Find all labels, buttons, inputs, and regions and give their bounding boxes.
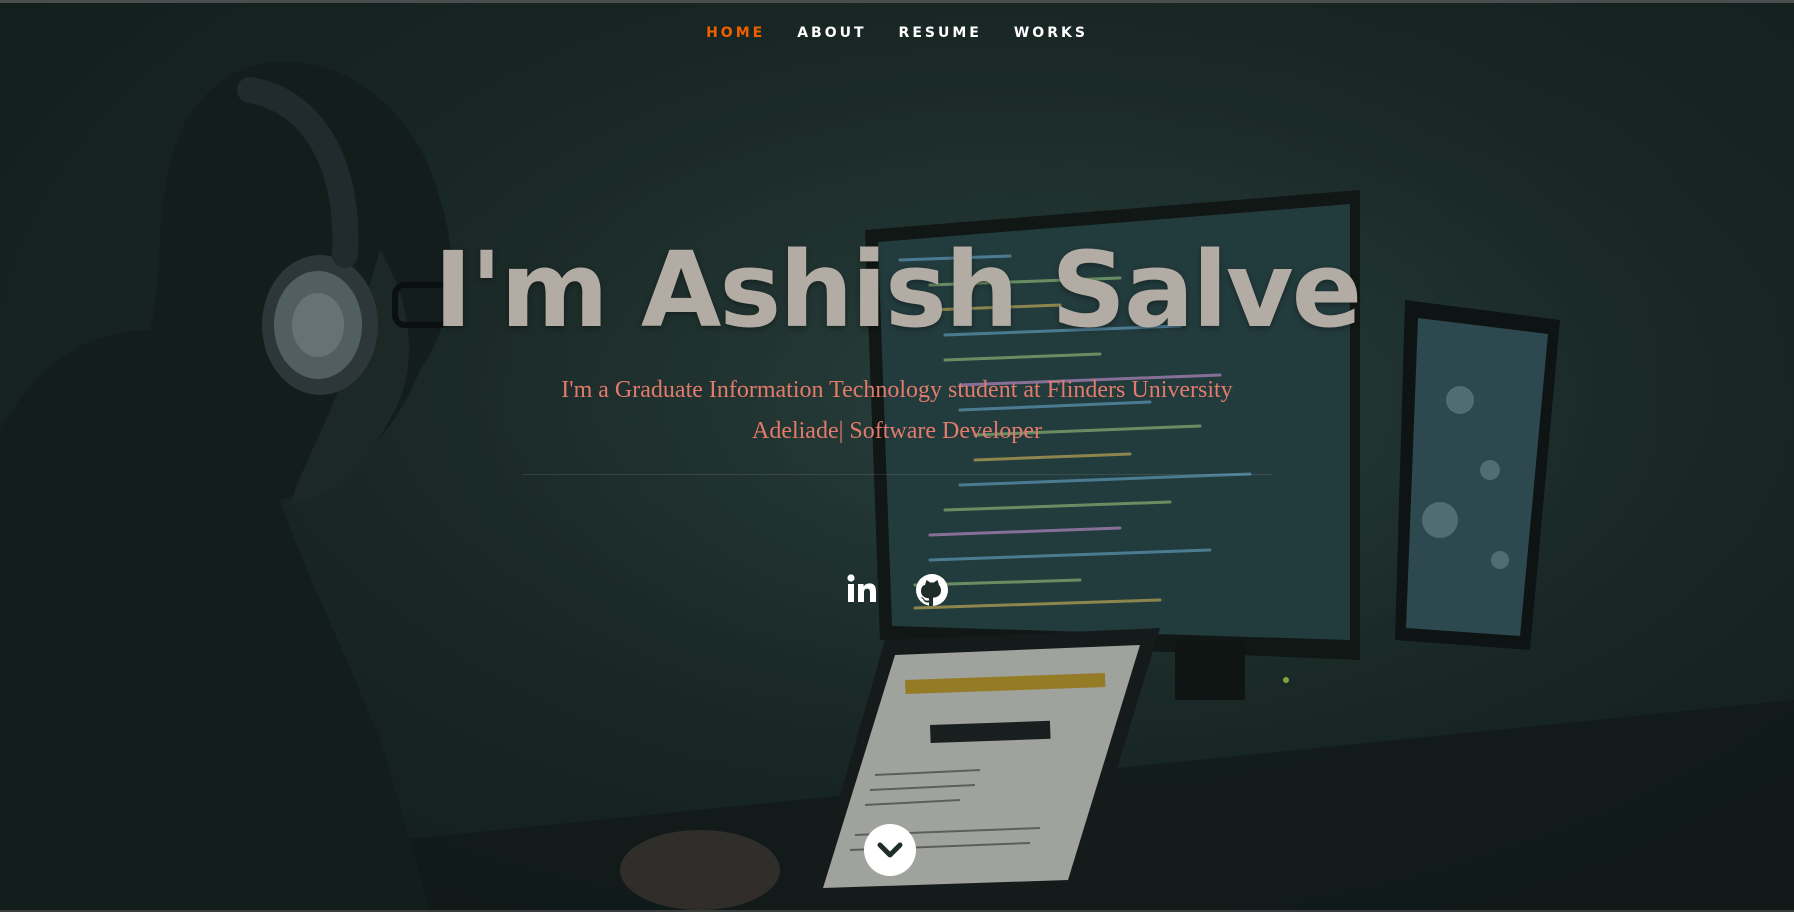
nav-item-resume[interactable]: RESUME	[899, 22, 982, 44]
top-border	[0, 0, 1794, 3]
linkedin-icon	[847, 574, 876, 602]
main-nav: HOME ABOUT RESUME WORKS	[0, 22, 1794, 44]
hero-subtitle-line1: I'm a Graduate Information Technology st…	[561, 377, 1233, 403]
hero-section: HOME ABOUT RESUME WORKS I'm Ashish Salve…	[0, 0, 1794, 912]
github-icon	[916, 574, 948, 606]
hero-divider	[522, 474, 1272, 475]
hero-overlay	[0, 0, 1794, 912]
social-links	[0, 570, 1794, 610]
hero-subtitle: I'm a Graduate Information Technology st…	[487, 370, 1307, 452]
hero-headline: I'm Ashish Salve	[433, 229, 1362, 351]
scroll-down-button[interactable]	[864, 824, 916, 876]
linkedin-link[interactable]	[842, 570, 882, 610]
nav-item-works[interactable]: WORKS	[1014, 22, 1088, 44]
github-link[interactable]	[912, 570, 952, 610]
nav-item-home[interactable]: HOME	[706, 22, 765, 44]
hero-subtitle-line2: Adeliade| Software Developer	[751, 418, 1042, 444]
chevron-down-icon	[877, 842, 903, 858]
nav-item-about[interactable]: ABOUT	[797, 22, 866, 44]
